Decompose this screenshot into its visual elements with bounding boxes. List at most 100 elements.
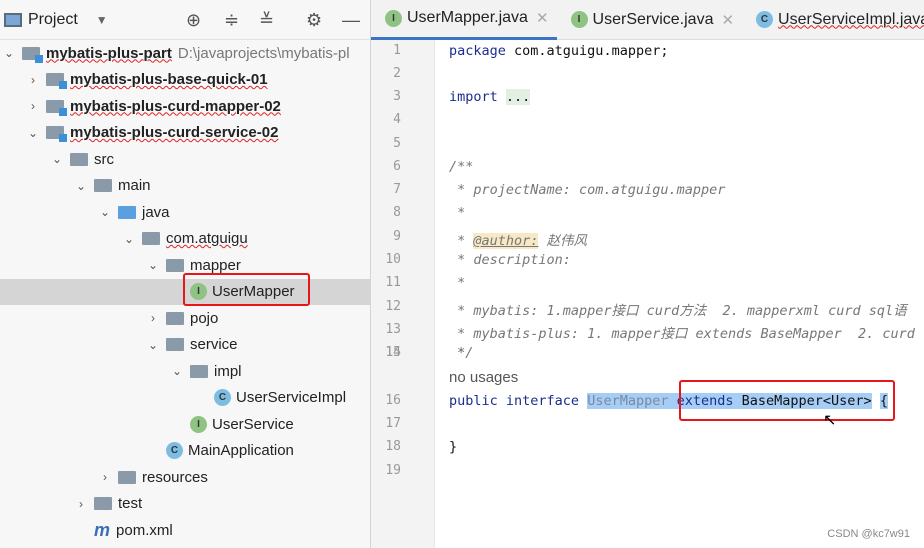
tree-item[interactable]: › mybatis-plus-curd-mapper-02 — [0, 93, 371, 119]
tree-item[interactable]: ⌄ mybatis-plus-part D:\javaprojects\mybati… — [0, 40, 371, 66]
class-icon: C — [166, 442, 183, 459]
tree-item[interactable]: C UserServiceImpl — [0, 385, 371, 411]
tree-item[interactable]: ⌄ java — [0, 199, 371, 225]
tree-item[interactable]: ⌄ src — [0, 146, 371, 172]
tree-item-label: UserService — [212, 415, 294, 433]
tree-item[interactable]: › resources — [0, 464, 371, 490]
tab-userserviceimpl-java[interactable]: CUserServiceImpl.java✕ — [742, 0, 924, 40]
tree-item-label: mybatis-plus-base-quick-01 — [70, 71, 268, 88]
tree-item[interactable]: m pom.xml — [0, 517, 371, 543]
dropdown-arrow-icon[interactable]: ▼ — [96, 13, 108, 27]
line-number: 4 — [393, 112, 401, 127]
editor-tabs: I UserMapper.java ✕ I UserService.java ✕ C User… — [371, 0, 924, 40]
tree-item-label: UserServiceImpl — [236, 389, 347, 406]
tree-item[interactable]: › mybatis-plus-base-quick-01 — [0, 67, 371, 93]
module-icon — [46, 99, 67, 116]
tab-usermapper-java[interactable]: I UserMapper.java ✕ — [371, 0, 557, 40]
minimize-icon[interactable]: — — [342, 10, 360, 31]
tree-item[interactable]: ⌄ main — [0, 173, 371, 199]
line-number: 6 — [393, 159, 401, 174]
tree-item[interactable]: ⌄ mybatis-plus-curd-service-02 — [0, 120, 371, 146]
package-icon — [190, 364, 208, 378]
project-view-selector[interactable]: Project — [28, 11, 78, 29]
line-number: 7 — [393, 182, 401, 197]
interface-icon: I — [385, 9, 402, 27]
watermark: CSDN @kc7w91 — [827, 528, 910, 540]
collapse-all-icon[interactable]: ≚ — [259, 10, 274, 31]
tree-item-label: java — [142, 203, 170, 221]
expand-arrow-icon[interactable]: ⌄ — [122, 232, 136, 246]
tree-item[interactable]: › test — [0, 491, 371, 517]
project-icon — [4, 12, 22, 27]
tree-item-label: impl — [214, 362, 242, 380]
folder-icon — [118, 205, 136, 219]
tab-label: UserServiceImpl.java — [778, 10, 924, 28]
tree-item-label: mybatis-plus-curd-mapper-02 — [70, 97, 281, 115]
code-line: package com.atguigu.mapper; — [449, 43, 669, 59]
locate-icon[interactable]: ⊕ — [186, 10, 201, 31]
project-panel: Project ▼ ⊕ ≑ ≚ ⚙ — ⌄ mybatis-plus-part D:… — [0, 0, 371, 548]
line-number: 3 — [393, 89, 401, 104]
line-number: 5 — [393, 136, 401, 151]
line-number: 18 — [385, 439, 401, 454]
folder-icon — [94, 497, 112, 510]
expand-arrow-icon[interactable]: ⌄ — [50, 152, 64, 166]
close-tab-icon[interactable]: ✕ — [536, 9, 549, 27]
code-line: * description: — [449, 252, 571, 268]
code-line: /** — [449, 159, 474, 175]
expand-arrow-icon[interactable]: › — [146, 311, 160, 325]
expand-arrow-icon[interactable]: ⌄ — [170, 364, 184, 378]
expand-arrow-icon[interactable]: › — [74, 497, 88, 511]
tree-item-label: mybatis-plus-curd-service-02 — [70, 124, 279, 141]
tree-item-label: service — [190, 336, 238, 353]
module-icon — [46, 73, 67, 89]
tree-item-label: resources — [142, 468, 208, 486]
expand-arrow-icon[interactable]: ⌄ — [146, 258, 160, 272]
close-tab-icon[interactable]: ✕ — [721, 11, 734, 29]
maven-icon: m — [94, 519, 111, 540]
line-number: 19 — [385, 463, 401, 478]
package-icon — [166, 338, 184, 351]
module-icon — [46, 126, 67, 142]
line-number: 8 — [393, 205, 401, 220]
expand-arrow-icon[interactable]: ⌄ — [146, 338, 160, 352]
line-number: 2 — [393, 66, 401, 81]
expand-arrow-icon[interactable]: › — [26, 99, 40, 113]
line-number: 1 — [393, 43, 401, 58]
expand-arrow-icon[interactable]: ⌄ — [98, 205, 112, 219]
tree-item[interactable]: ⌄ service — [0, 332, 371, 358]
expand-all-icon[interactable]: ≑ — [224, 10, 239, 31]
expand-arrow-icon[interactable]: › — [98, 470, 112, 484]
code-line: no usages — [449, 369, 519, 386]
package-icon — [166, 311, 184, 325]
tree-item-label: test — [118, 495, 143, 512]
tree-item[interactable]: ⌄ impl — [0, 358, 371, 384]
code-line: * — [449, 275, 466, 291]
expand-arrow-icon[interactable]: ⌄ — [26, 126, 40, 140]
mouse-cursor-icon: ↖ — [823, 412, 837, 429]
class-icon: C — [756, 11, 774, 28]
project-panel-header: Project ▼ ⊕ ≑ ≚ ⚙ — — [0, 0, 370, 40]
expand-arrow-icon[interactable]: ⌄ — [74, 179, 88, 193]
code-line: * mybatis: 1.mapper接口 curd方法 2. mapperxm… — [449, 303, 907, 319]
folder-icon — [70, 152, 88, 166]
line-number: 16 — [385, 393, 401, 408]
tree-item[interactable]: ⌄ com.atguigu — [0, 226, 371, 252]
expand-arrow-icon[interactable]: › — [26, 73, 40, 87]
tree-item[interactable]: I UserService — [0, 411, 371, 437]
interface-icon: I — [570, 11, 588, 28]
line-number: 9 — [393, 229, 401, 244]
folder-icon — [94, 179, 112, 192]
code-line: * — [449, 205, 466, 221]
tree-item[interactable]: › pojo — [0, 305, 371, 331]
gear-icon[interactable]: ⚙ — [306, 10, 322, 31]
tab-userservice-java[interactable]: I UserService.java ✕ — [557, 0, 743, 40]
tree-item[interactable]: C MainApplication — [0, 438, 371, 464]
tree-item-label: MainApplication — [188, 442, 294, 459]
expand-arrow-icon[interactable]: ⌄ — [2, 46, 16, 60]
tree-item-label: mapper — [190, 256, 241, 274]
package-icon — [142, 232, 160, 245]
tree-item-label: pom.xml — [116, 521, 173, 539]
tree-item-label: com.atguigu — [166, 230, 248, 247]
tree-item-label: pojo — [190, 309, 219, 327]
